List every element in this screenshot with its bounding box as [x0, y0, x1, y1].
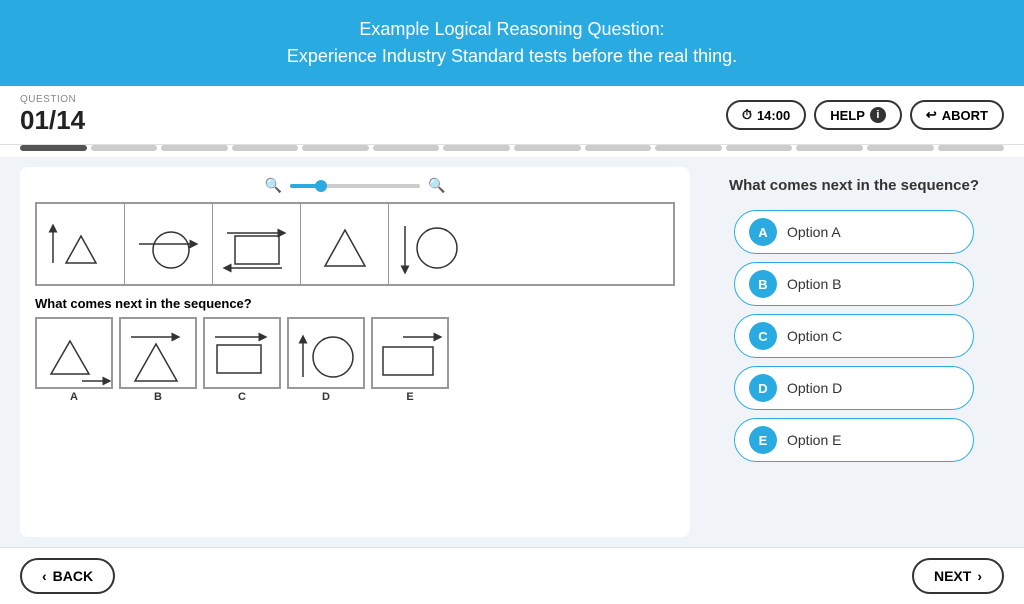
progress-segment	[161, 145, 228, 151]
exit-icon: ↩	[926, 107, 937, 123]
option-C-label: Option C	[787, 328, 842, 344]
option-A-label: Option A	[787, 224, 841, 240]
question-info: QUESTION 01/14	[20, 94, 85, 136]
top-bar: QUESTION 01/14 ⏱ 14:00 HELP i ↩ ABORT	[0, 86, 1024, 145]
zoom-in-icon[interactable]: 🔍	[428, 177, 445, 194]
option-D-button[interactable]: D Option D	[734, 366, 974, 410]
abort-button[interactable]: ↩ ABORT	[910, 100, 1004, 130]
option-E-button[interactable]: E Option E	[734, 418, 974, 462]
progress-segment	[867, 145, 934, 151]
option-B-circle: B	[749, 270, 777, 298]
left-panel: 🔍 🔍	[20, 167, 690, 537]
seq-cell-1	[37, 204, 125, 284]
ans-cell-D: D	[287, 317, 365, 403]
ans-cell-B: B	[119, 317, 197, 403]
option-E-circle: E	[749, 426, 777, 454]
answer-label: What comes next in the sequence?	[35, 296, 675, 311]
progress-segment	[232, 145, 299, 151]
progress-segment	[726, 145, 793, 151]
progress-bar-container	[0, 145, 1024, 157]
option-B-button[interactable]: B Option B	[734, 262, 974, 306]
sequence-box	[35, 202, 675, 286]
option-A-button[interactable]: A Option A	[734, 210, 974, 254]
zoom-controls: 🔍 🔍	[35, 177, 675, 194]
next-button[interactable]: NEXT ›	[912, 558, 1004, 594]
right-panel: What comes next in the sequence? A Optio…	[704, 167, 1004, 537]
ans-label-A: A	[70, 391, 78, 403]
answer-row: A B	[35, 317, 675, 403]
header-banner: Example Logical Reasoning Question: Expe…	[0, 0, 1024, 86]
ans-cell-A: A	[35, 317, 113, 403]
help-label: HELP	[830, 108, 865, 123]
option-C-button[interactable]: C Option C	[734, 314, 974, 358]
header-line2: Experience Industry Standard tests befor…	[20, 43, 1004, 70]
zoom-out-icon[interactable]: 🔍	[265, 177, 282, 194]
question-number: 01/14	[20, 105, 85, 136]
seq-cell-4	[301, 204, 389, 284]
progress-segment	[20, 145, 87, 151]
seq-cell-3	[213, 204, 301, 284]
next-label: NEXT	[934, 568, 971, 584]
question-label: QUESTION	[20, 94, 85, 105]
progress-segment	[585, 145, 652, 151]
ans-box-A[interactable]	[35, 317, 113, 389]
next-icon: ›	[977, 568, 982, 584]
progress-segment	[302, 145, 369, 151]
clock-icon: ⏱	[742, 107, 752, 123]
option-E-label: Option E	[787, 432, 841, 448]
timer-button[interactable]: ⏱ 14:00	[726, 100, 806, 130]
ans-label-D: D	[322, 391, 330, 403]
main-content: 🔍 🔍	[0, 157, 1024, 547]
progress-segment	[91, 145, 158, 151]
progress-track	[20, 145, 1004, 151]
progress-segment	[796, 145, 863, 151]
timer-label: 14:00	[757, 108, 790, 123]
ans-label-C: C	[238, 391, 246, 403]
abort-label: ABORT	[942, 108, 988, 123]
back-button[interactable]: ‹ BACK	[20, 558, 115, 594]
ans-label-E: E	[406, 391, 413, 403]
progress-segment	[373, 145, 440, 151]
info-icon: i	[870, 107, 886, 123]
seq-cell-5	[389, 204, 477, 284]
sequence-question: What comes next in the sequence?	[729, 177, 979, 194]
header-line1: Example Logical Reasoning Question:	[20, 16, 1004, 43]
zoom-slider[interactable]	[290, 184, 420, 188]
option-D-circle: D	[749, 374, 777, 402]
back-label: BACK	[53, 568, 93, 584]
progress-segment	[655, 145, 722, 151]
help-button[interactable]: HELP i	[814, 100, 902, 130]
top-bar-controls: ⏱ 14:00 HELP i ↩ ABORT	[726, 100, 1004, 130]
ans-cell-E: E	[371, 317, 449, 403]
ans-box-E[interactable]	[371, 317, 449, 389]
option-C-circle: C	[749, 322, 777, 350]
option-A-circle: A	[749, 218, 777, 246]
option-B-label: Option B	[787, 276, 841, 292]
progress-segment	[514, 145, 581, 151]
ans-box-D[interactable]	[287, 317, 365, 389]
ans-label-B: B	[154, 391, 162, 403]
ans-box-C[interactable]	[203, 317, 281, 389]
back-icon: ‹	[42, 568, 47, 584]
progress-segment	[938, 145, 1005, 151]
ans-cell-C: C	[203, 317, 281, 403]
progress-segment	[443, 145, 510, 151]
seq-cell-2	[125, 204, 213, 284]
option-D-label: Option D	[787, 380, 842, 396]
ans-box-B[interactable]	[119, 317, 197, 389]
